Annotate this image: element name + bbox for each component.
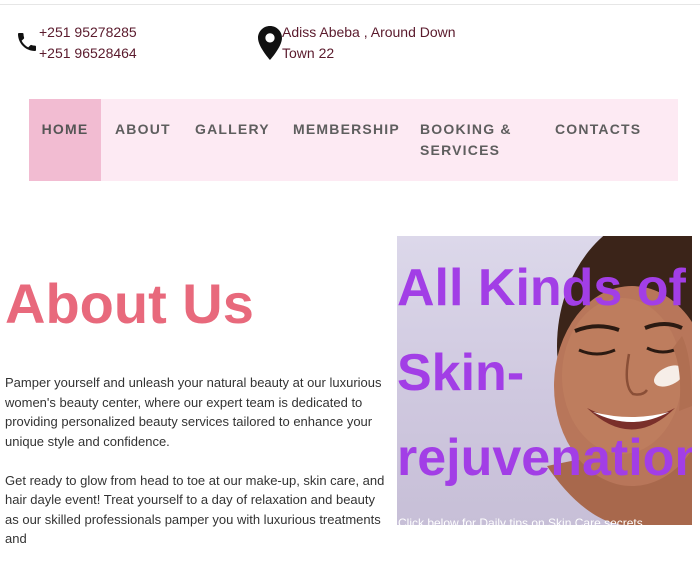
hero-caption-link[interactable]: Click below for Daily tips on Skin Care …	[398, 516, 643, 525]
skin-care-banner[interactable]: All Kinds of Skin-rejuvenation Click bel…	[397, 236, 692, 525]
top-divider	[0, 4, 700, 5]
address-line-2: Town 22	[282, 45, 335, 61]
nav-item-home[interactable]: HOME	[29, 99, 101, 181]
about-paragraph-2: Get ready to glow from head to toe at ou…	[5, 472, 385, 547]
nav-item-gallery[interactable]: GALLERY	[195, 99, 270, 140]
main-navigation: HOME ABOUT GALLERY MEMBERSHIP BOOKING & …	[29, 99, 678, 181]
phone-number-2[interactable]: +251 96528464	[39, 43, 137, 64]
location-pin-icon	[258, 26, 282, 60]
about-description: Pamper yourself and unleash your natural…	[5, 373, 385, 568]
nav-item-membership[interactable]: MEMBERSHIP	[293, 99, 400, 140]
nav-item-about[interactable]: ABOUT	[115, 99, 171, 140]
address-line-1: Adiss Abeba , Around Down	[282, 24, 456, 40]
address-contact: Adiss Abeba , Around Down Town 22	[258, 22, 458, 64]
nav-item-booking-services[interactable]: BOOKING & SERVICES	[420, 99, 540, 161]
phone-number-1[interactable]: +251 95278285	[39, 22, 137, 43]
nav-item-contacts[interactable]: CONTACTS	[555, 99, 641, 140]
hero-heading: All Kinds of Skin-rejuvenation	[397, 259, 692, 487]
phone-icon	[18, 33, 36, 51]
nav-item-booking-label-1: BOOKING &	[420, 121, 512, 137]
phone-contact: +251 95278285 +251 96528464	[15, 22, 137, 64]
nav-item-booking-label-2: SERVICES	[420, 142, 501, 158]
about-heading: About Us	[5, 272, 254, 335]
about-paragraph-1: Pamper yourself and unleash your natural…	[5, 375, 382, 449]
